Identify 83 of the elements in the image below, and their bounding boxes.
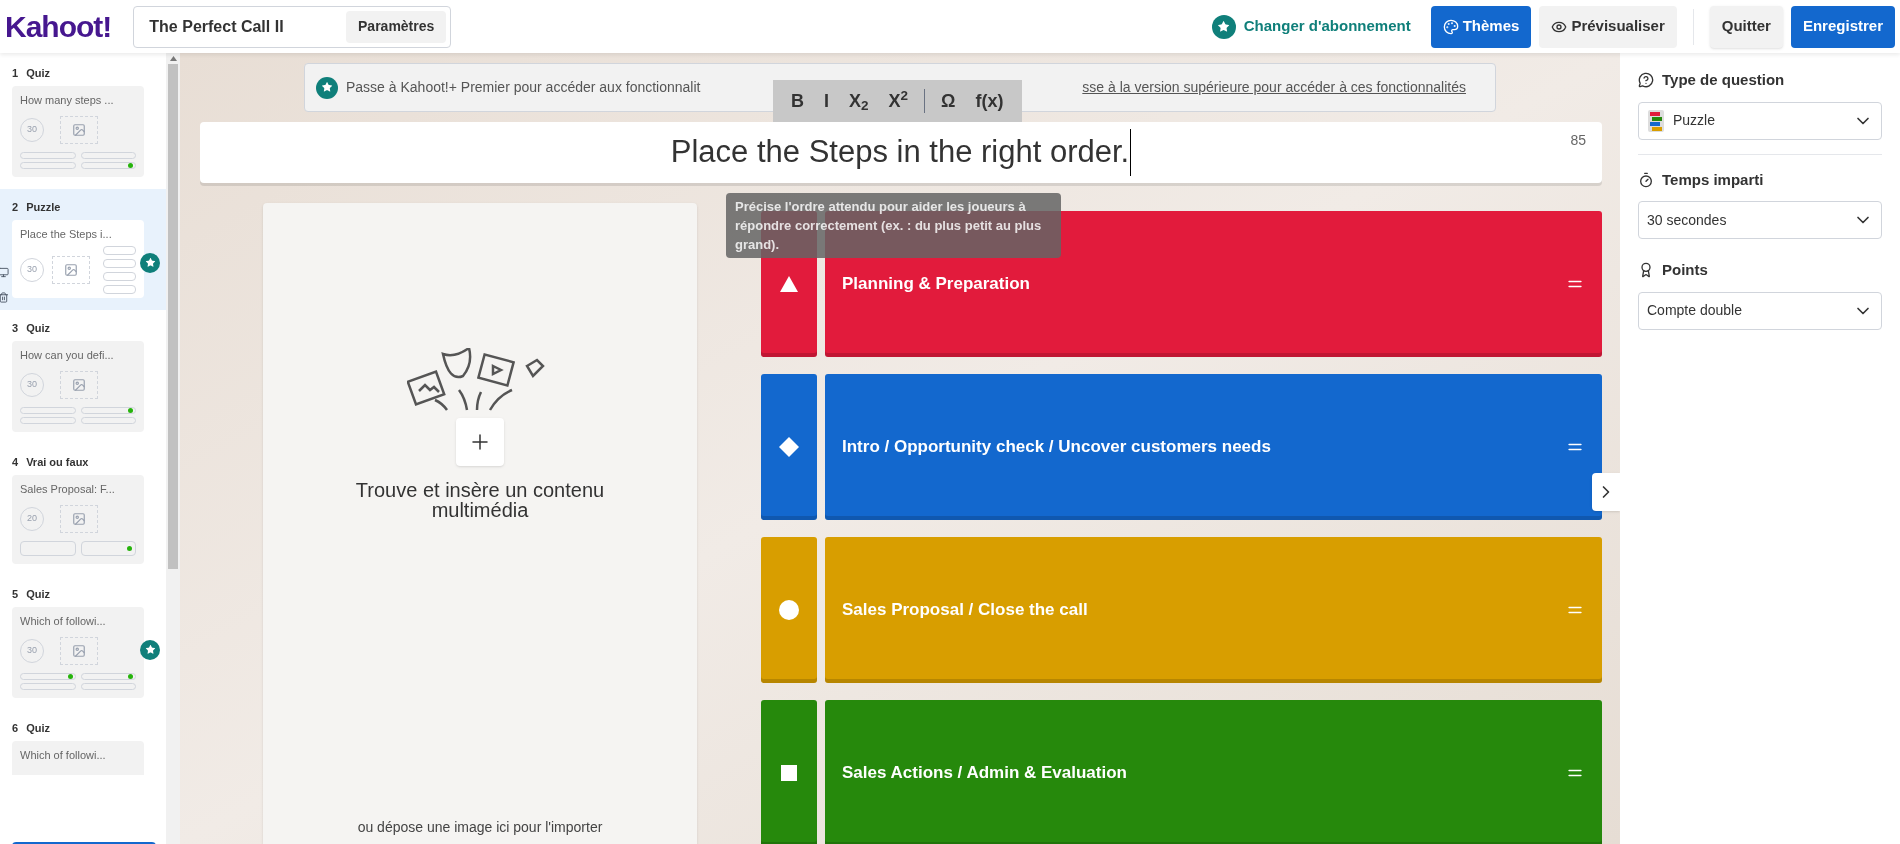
circle-icon xyxy=(779,600,799,620)
dropdown-value: Puzzle xyxy=(1673,111,1717,130)
kahoot-title: The Perfect Call II xyxy=(149,16,285,37)
slide-title: Which of followi... xyxy=(19,747,107,763)
slide-type: Quiz xyxy=(26,321,50,336)
section-label: Temps imparti xyxy=(1662,169,1764,190)
save-button[interactable]: Enregistrer xyxy=(1790,5,1895,48)
upgrade-link[interactable]: sse à la version supérieure pour accéder à ces fonctionnalités xyxy=(1082,77,1466,98)
slide-number: 4 xyxy=(12,455,19,470)
diamond-icon xyxy=(779,437,799,457)
trash-icon[interactable] xyxy=(0,292,9,303)
themes-button[interactable]: Thèmes xyxy=(1430,5,1532,48)
palette-icon xyxy=(1442,18,1459,35)
slide-type: Quiz xyxy=(26,587,50,602)
image-placeholder-icon xyxy=(60,116,98,144)
dropdown-value: 30 secondes xyxy=(1647,210,1728,230)
slide-item[interactable]: 1 Quiz How many steps ... 30 xyxy=(0,55,166,189)
slide-item[interactable]: 3 Quiz How can you defi... 30 xyxy=(0,310,166,444)
scrollbar[interactable] xyxy=(166,53,180,844)
slide-number: 6 xyxy=(12,721,19,736)
image-placeholder-icon xyxy=(60,371,98,399)
format-button[interactable]: X$_{2}$ xyxy=(841,92,877,110)
question-text: Place the Steps in the right order. xyxy=(670,129,1132,176)
slide-number: 1 xyxy=(12,66,19,81)
slide-item[interactable]: 4 Vrai ou faux Sales Proposal: F... 20 xyxy=(0,444,166,576)
answer-text: Sales Proposal / Close the call xyxy=(842,599,1089,622)
dropdown[interactable]: 30 secondes xyxy=(1638,201,1882,239)
slide-item[interactable]: 6 Quiz Which of followi... xyxy=(0,710,166,787)
timer-icon xyxy=(1638,171,1654,188)
square-icon xyxy=(779,763,799,783)
tooltip: Précise l'ordre attendu pour aider les joueurs à répondre correctement (ex. : du plus petit au plus grand). xyxy=(726,193,1061,258)
format-button[interactable]: B xyxy=(783,92,812,110)
next-arrow-button[interactable] xyxy=(1592,473,1620,511)
triangle-icon xyxy=(779,274,799,294)
slide-title: Place the Steps i... xyxy=(19,226,113,242)
slide-item[interactable]: 2 Puzzle Place the Steps i... 30 xyxy=(0,189,166,310)
slide-item[interactable]: 5 Quiz Which of followi... 30 xyxy=(0,576,166,710)
answer-text: Intro / Opportunity check / Uncover customers needs xyxy=(842,436,1272,459)
scroll-up-arrow-icon[interactable] xyxy=(169,56,177,61)
answer-tile[interactable]: Sales Actions / Admin & Evaluation xyxy=(825,700,1602,844)
answer-tile[interactable]: Intro / Opportunity check / Uncover customers needs xyxy=(825,374,1602,520)
monitor-icon[interactable] xyxy=(0,267,9,278)
section-label: Points xyxy=(1662,260,1708,280)
slide-title: How many steps ... xyxy=(19,92,115,108)
slide-number: 2 xyxy=(12,200,19,215)
media-title: Trouve et insère un contenu multimédia xyxy=(354,480,606,520)
preview-button[interactable]: Prévisualiser xyxy=(1539,5,1677,48)
slide-type: Vrai ou faux xyxy=(26,455,89,470)
dropdown-value: Compte double xyxy=(1647,301,1743,320)
title-field[interactable]: The Perfect Call II Paramètres xyxy=(133,5,452,48)
question-field[interactable]: Place the Steps in the right order. 85 xyxy=(200,122,1602,183)
media-card[interactable]: Trouve et insère un contenu multimédia ou dépose une image ici pour l'importer xyxy=(263,203,697,844)
slide-type: Quiz xyxy=(26,721,50,736)
slide-title: Which of followi... xyxy=(19,613,107,629)
banner-text: Passe à Kahoot!+ Premier pour accéder aux fonctionnalit xyxy=(346,78,701,97)
dropdown[interactable]: Puzzle xyxy=(1638,101,1882,140)
slide-title: Sales Proposal: F... xyxy=(19,481,116,497)
slide-type: Puzzle xyxy=(26,200,61,215)
media-hint: ou dépose une image ici pour l'importer xyxy=(357,818,603,837)
image-placeholder-icon xyxy=(60,637,98,665)
upgrade-link[interactable]: Changer d'abonnement xyxy=(1211,14,1411,39)
format-button[interactable]: Ω xyxy=(933,92,964,110)
award-icon xyxy=(1638,262,1654,279)
section-label: Type de question xyxy=(1662,70,1785,90)
slide-title: How can you defi... xyxy=(19,347,115,363)
character-count: 85 xyxy=(1570,131,1586,150)
slide-number: 5 xyxy=(12,587,19,602)
format-button[interactable]: X$^{2}$ xyxy=(880,92,917,110)
answer-text: Planning & Preparation xyxy=(842,273,1031,296)
slide-number: 3 xyxy=(12,321,19,336)
quit-button[interactable]: Quitter xyxy=(1709,5,1783,48)
format-button[interactable]: f(x) xyxy=(967,92,1012,110)
image-placeholder-icon xyxy=(52,256,90,284)
puzzle-type-icon xyxy=(1647,108,1665,133)
answer-text: Sales Actions / Admin & Evaluation xyxy=(842,762,1128,785)
slide-type: Quiz xyxy=(26,66,50,81)
question-bubble-icon xyxy=(1638,72,1654,89)
logo[interactable]: Kahoot! xyxy=(5,4,112,49)
image-placeholder-icon xyxy=(60,505,98,533)
format-button[interactable]: I xyxy=(816,92,837,110)
dropdown[interactable]: Compte double xyxy=(1638,291,1882,330)
add-media-button[interactable] xyxy=(456,418,504,466)
settings-button[interactable]: Paramètres xyxy=(346,10,447,43)
